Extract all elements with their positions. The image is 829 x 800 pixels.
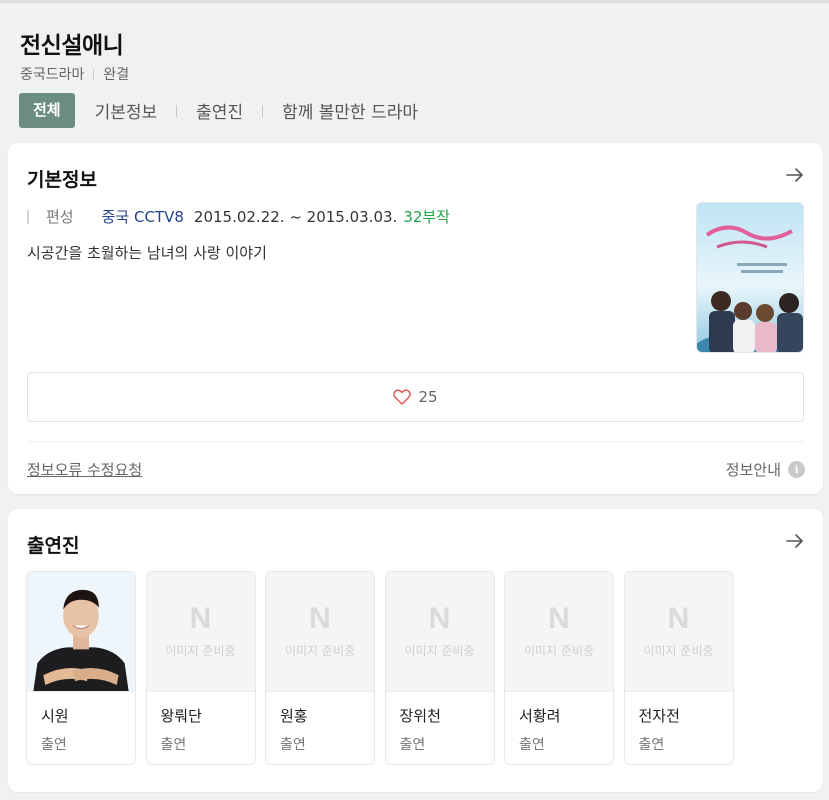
- cast-item[interactable]: N 이미지 준비중 원홍 출연: [265, 571, 375, 765]
- naver-logo-icon: N: [189, 602, 212, 635]
- cast-role: 출연: [638, 737, 665, 753]
- cast-photo-placeholder: N 이미지 준비중: [266, 572, 374, 692]
- cast-photo-placeholder: N 이미지 준비중: [385, 572, 494, 692]
- poster-image: [697, 203, 803, 352]
- genre-label: 중국드라마: [20, 67, 85, 83]
- cast-item[interactable]: N 이미지 준비중 왕뤄단 출연: [145, 571, 256, 765]
- cast-role: 출연: [160, 737, 187, 753]
- tab-divider: [176, 104, 178, 117]
- tab-related-dramas[interactable]: 함께 볼만한 드라마: [280, 98, 420, 123]
- info-guide-button[interactable]: 정보안내 i: [726, 459, 805, 480]
- cast-photo-placeholder: N 이미지 준비중: [505, 572, 613, 692]
- cast-item[interactable]: N 이미지 준비중 서황려 출연: [504, 571, 614, 765]
- naver-logo-icon: N: [548, 602, 570, 635]
- cast-role: 출연: [41, 737, 67, 753]
- cast-item[interactable]: N 이미지 준비중 전자전 출연: [623, 571, 734, 765]
- cast-photo-placeholder: N 이미지 준비중: [624, 572, 733, 692]
- schedule-row: 편성 중국 CCTV8 2015.02.22. ~ 2015.03.03. 32…: [27, 206, 450, 227]
- tab-divider: [262, 104, 264, 117]
- naver-logo-icon: N: [309, 602, 331, 635]
- cast-name: 전자전: [638, 707, 680, 725]
- drama-poster[interactable]: [696, 202, 804, 353]
- like-count: 25: [418, 388, 438, 406]
- naver-logo-icon: N: [667, 602, 690, 635]
- naver-logo-icon: N: [428, 602, 451, 635]
- episode-count: 32부작: [403, 208, 451, 226]
- basic-info-card: 기본정보 편성 중국 CCTV8 2015.02.22. ~ 2015.03.0…: [8, 143, 823, 494]
- cast-card: 출연진 시원 출연 N 이미지 준비중 왕뤄단 출연 N 이미지 준비중 원홍 …: [8, 509, 823, 792]
- placeholder-text: 이미지 준비중: [165, 644, 236, 658]
- cast-name: 시원: [41, 707, 69, 725]
- tab-bar: 전체 기본정보 출연진 함께 볼만한 드라마: [19, 93, 420, 128]
- air-dates: 2015.02.22. ~ 2015.03.03.: [193, 207, 398, 226]
- cast-role: 출연: [519, 737, 545, 753]
- cast-item[interactable]: N 이미지 준비중 장위천 출연: [384, 571, 495, 765]
- report-error-link[interactable]: 정보오류 수정요청: [27, 459, 142, 480]
- cast-list: 시원 출연 N 이미지 준비중 왕뤄단 출연 N 이미지 준비중 원홍 출연 N…: [26, 571, 743, 765]
- row-marker: [27, 209, 29, 224]
- card-divider: [27, 441, 804, 442]
- person-photo: [27, 572, 135, 691]
- cast-photo: [27, 572, 135, 692]
- placeholder-text: 이미지 준비중: [284, 644, 356, 658]
- cast-photo-placeholder: N 이미지 준비중: [146, 572, 255, 692]
- top-border: [0, 0, 829, 3]
- info-guide-label: 정보안내: [725, 461, 781, 479]
- placeholder-text: 이미지 준비중: [404, 644, 475, 658]
- cast-item[interactable]: 시원 출연: [26, 571, 136, 765]
- synopsis: 시공간을 초월하는 남녀의 사랑 이야기: [27, 244, 267, 262]
- basic-info-title: 기본정보: [27, 169, 97, 191]
- cast-title: 출연진: [27, 535, 80, 557]
- heart-icon: [393, 389, 412, 405]
- tab-all[interactable]: 전체: [19, 93, 75, 128]
- placeholder-text: 이미지 준비중: [523, 644, 595, 658]
- arrow-right-icon[interactable]: [785, 531, 805, 551]
- cast-name: 원홍: [280, 707, 308, 725]
- cast-name: 서황려: [519, 707, 561, 725]
- arrow-right-icon[interactable]: [785, 165, 805, 185]
- status-label: 완결: [103, 67, 130, 83]
- cast-name: 장위천: [399, 707, 441, 725]
- like-button[interactable]: 25: [27, 372, 804, 422]
- meta-divider: [93, 68, 95, 80]
- cast-role: 출연: [280, 737, 306, 753]
- tab-cast[interactable]: 출연진: [194, 98, 245, 123]
- schedule-label: 편성: [46, 208, 74, 226]
- tab-basic-info[interactable]: 기본정보: [93, 98, 160, 123]
- title-meta: 중국드라마 완결: [20, 64, 129, 84]
- cast-name: 왕뤄단: [160, 707, 202, 725]
- info-icon: i: [788, 461, 805, 478]
- placeholder-text: 이미지 준비중: [643, 644, 714, 658]
- page-title: 전신설애니: [20, 33, 124, 59]
- cast-role: 출연: [399, 737, 426, 753]
- network-link[interactable]: 중국 CCTV8: [102, 206, 184, 227]
